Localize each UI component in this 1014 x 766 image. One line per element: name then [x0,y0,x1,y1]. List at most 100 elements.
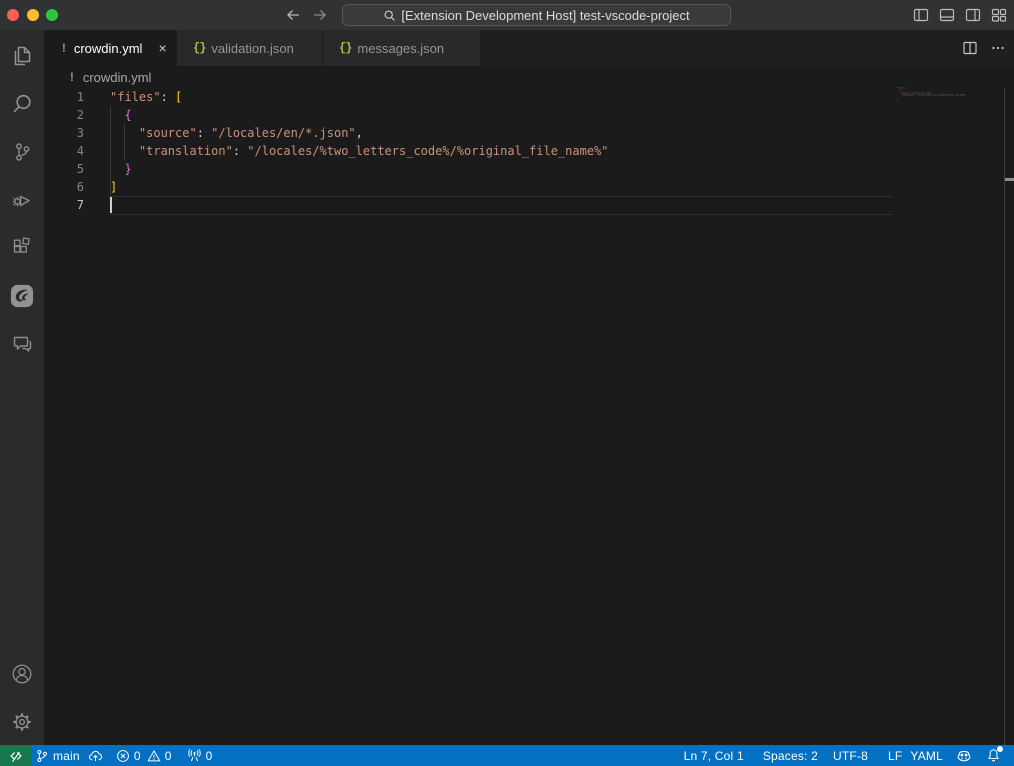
git-branch-icon [35,749,49,763]
problems-status[interactable]: 0 0 [116,749,172,763]
code-line: ] [110,178,117,196]
token-str: "translation" [139,144,233,158]
navigate-back-button[interactable] [282,4,304,26]
minimap-line [897,101,907,103]
breadcrumb-file-label: crowdin.yml [83,70,152,85]
token-str: "files" [110,90,161,104]
arrow-left-icon [285,7,301,23]
token-ws [110,126,139,140]
notifications-bell[interactable] [986,748,1001,763]
chat-icon[interactable] [10,332,34,356]
token-str: "/locales/en/*.json" [211,126,356,140]
run-debug-icon[interactable] [10,188,34,212]
code-line: "translation": "/locales/%two_letters_co… [110,142,609,160]
customize-layout-icon[interactable] [991,7,1007,23]
token-punct: : [197,126,211,140]
search-icon[interactable] [10,92,34,116]
toggle-secondary-sidebar-icon[interactable] [965,7,981,23]
token-str: "/locales/%two_letters_code%/%original_f… [247,144,608,158]
code-line: "source": "/locales/en/*.json", [110,124,363,142]
tab-crowdin.yml[interactable]: ! crowdin.yml × [44,30,177,66]
errors-icon [116,749,130,763]
yaml-file-icon: ! [68,70,76,85]
line-number: 5 [44,160,84,178]
editor-tab-bar: ! crowdin.yml × {} validation.json {} messages… [44,30,1014,66]
publish-cloud-icon [88,748,103,763]
command-center-search[interactable]: [Extension Development Host] test-vscode… [342,4,731,26]
minimap[interactable]: "files": [ { "source": "/locales/en/*.js… [897,87,972,107]
breadcrumb[interactable]: ! crowdin.yml [44,66,1014,88]
cursor-position-status[interactable]: Ln 7, Col 1 [684,749,744,763]
navigate-forward-button[interactable] [309,4,331,26]
token-b1: [ [906,87,907,89]
line-number: 6 [44,178,84,196]
line-number: 4 [44,142,84,160]
close-window-button[interactable] [7,9,19,21]
toggle-primary-sidebar-icon[interactable] [913,7,929,23]
code-editor[interactable]: 1234567 "files": [ { "source": "/locales… [44,88,1014,745]
tab-label: messages.json [357,41,444,56]
tab-messages.json[interactable]: {} messages.json [323,30,481,66]
settings-gear-icon[interactable] [10,710,34,734]
token-punct: , [356,126,363,140]
token-b2: } [899,97,900,99]
branch-name: main [53,749,80,763]
overview-ruler-cursor-marker [1005,178,1014,181]
token-b1: [ [175,90,182,104]
line-number: 7 [44,196,84,214]
current-line-highlight [108,196,893,215]
explorer-icon[interactable] [10,44,34,68]
tab-label: crowdin.yml [74,41,143,56]
line-number: 3 [44,124,84,142]
remote-indicator[interactable] [0,745,31,766]
warnings-icon [147,749,161,763]
token-ws [110,144,139,158]
token-str: "source" [139,126,197,140]
error-count: 0 [134,749,141,763]
json-file-icon: {} [339,41,351,55]
copilot-icon[interactable] [956,748,972,764]
tab-label: validation.json [211,41,293,56]
code-line: "files": [ [110,88,182,106]
code-line: } [110,160,132,178]
indentation-status[interactable]: Spaces: 2 [763,749,818,763]
window-title: [Extension Development Host] test-vscode… [401,8,689,23]
ports-count: 0 [206,749,213,763]
encoding-status[interactable]: UTF-8 [833,749,868,763]
split-editor-icon[interactable] [962,40,978,56]
minimize-window-button[interactable] [27,9,39,21]
crowdin-extension-icon[interactable] [10,284,34,308]
notification-dot-badge [997,746,1003,752]
language-mode-status[interactable]: YAML [910,749,943,763]
line-number: 1 [44,88,84,106]
source-control-icon[interactable] [10,140,34,164]
warning-count: 0 [165,749,172,763]
extensions-icon[interactable] [10,236,34,260]
token-punct: : [161,90,175,104]
token-ws [110,162,124,176]
toggle-panel-icon[interactable] [939,7,955,23]
line-number: 2 [44,106,84,124]
arrow-right-icon [312,7,328,23]
editor-more-actions-icon[interactable] [990,40,1006,56]
accounts-icon[interactable] [10,662,34,686]
git-branch-status[interactable]: main [35,748,103,763]
ports-status[interactable]: 0 [187,748,213,763]
remote-icon [9,749,23,763]
token-str: "translation" [901,94,914,96]
eol-status[interactable]: LF [888,749,902,763]
radio-tower-icon [187,748,202,763]
json-file-icon: {} [193,41,205,55]
overview-ruler-border [1004,88,1005,745]
yaml-file-icon: ! [60,41,68,56]
zoom-window-button[interactable] [46,9,58,21]
search-icon [383,9,396,22]
token-b2: } [124,162,131,176]
token-b2: { [124,108,131,122]
close-tab-icon[interactable]: × [158,40,166,56]
tab-validation.json[interactable]: {} validation.json [177,30,323,66]
activity-bar [0,30,44,745]
status-bar: main 0 0 [0,745,1014,766]
code-line: { [110,106,132,124]
token-b1: ] [110,180,117,194]
